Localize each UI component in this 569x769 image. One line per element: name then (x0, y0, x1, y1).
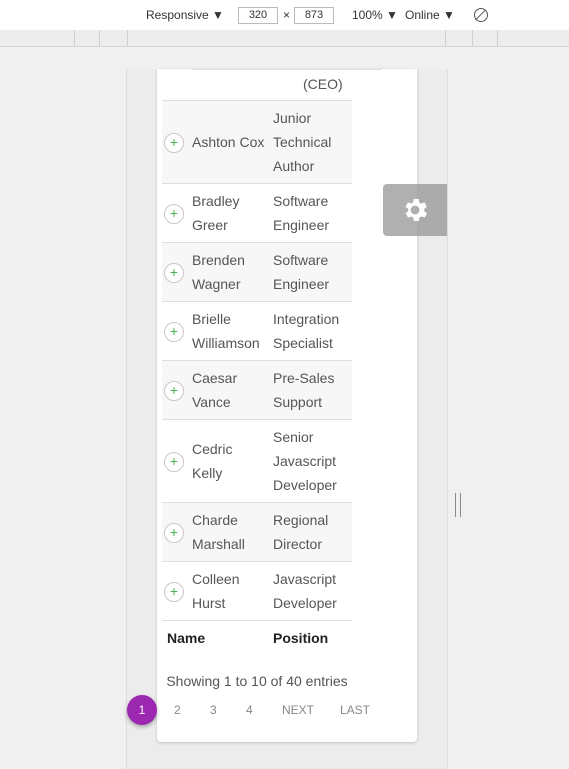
width-input[interactable]: 320 (238, 7, 278, 24)
page-button[interactable]: 2 (174, 703, 181, 717)
rotate-icon[interactable] (474, 8, 488, 22)
device-mode-select[interactable]: Responsive ▼ (146, 8, 224, 22)
position-cell: Software Engineer (273, 252, 330, 292)
table-row: (CEO) (192, 69, 382, 101)
table-row[interactable]: + Charde Marshall Regional Director (162, 502, 352, 562)
expand-row-icon[interactable]: + (164, 381, 184, 401)
position-cell: Software Engineer (273, 193, 330, 233)
dimension-separator: × (283, 8, 291, 22)
position-cell: Integration Specialist (273, 311, 340, 351)
table-info: Showing 1 to 10 of 40 entries (166, 673, 348, 689)
table-row[interactable]: + Colleen Hurst Javascript Developer (162, 561, 352, 621)
position-cell: Senior Javascript Developer (273, 429, 337, 493)
table-footer: Name Position (162, 620, 352, 657)
name-cell: Cedric Kelly (192, 441, 233, 481)
name-cell: Ashton Cox (192, 134, 265, 150)
last-page-button[interactable]: LAST (340, 703, 370, 717)
position-cell: Pre-Sales Support (273, 370, 335, 410)
table-row[interactable]: + Brielle Williamson Integration Special… (162, 301, 352, 361)
expand-row-icon[interactable]: + (164, 204, 184, 224)
name-cell: Charde Marshall (192, 512, 245, 552)
column-header-name[interactable]: Name (167, 630, 205, 646)
expand-row-icon[interactable]: + (164, 322, 184, 342)
height-input[interactable]: 873 (294, 7, 334, 24)
device-viewport: (CEO) + Ashton Cox Junior Technical Auth… (126, 69, 448, 769)
expand-row-icon[interactable]: + (164, 523, 184, 543)
table-row[interactable]: + Caesar Vance Pre-Sales Support (162, 360, 352, 420)
expand-row-icon[interactable]: + (164, 263, 184, 283)
next-page-button[interactable]: NEXT (282, 703, 314, 717)
column-header-position[interactable]: Position (273, 630, 328, 646)
gear-icon (405, 199, 428, 221)
table-row[interactable]: + Ashton Cox Junior Technical Author (162, 100, 352, 184)
name-cell: Caesar Vance (192, 370, 238, 410)
table-row[interactable]: + Cedric Kelly Senior Javascript Develop… (162, 419, 352, 503)
pagination: 1 2 3 4 NEXT LAST (127, 695, 447, 726)
expand-row-icon[interactable]: + (164, 133, 184, 153)
network-throttle-select[interactable]: Online ▼ (405, 8, 455, 22)
name-cell: Brenden Wagner (192, 252, 245, 292)
position-cell: Javascript Developer (273, 571, 337, 611)
name-cell: Colleen Hurst (192, 571, 240, 611)
expand-row-icon[interactable]: + (164, 582, 184, 602)
zoom-select[interactable]: 100% ▼ (352, 8, 398, 22)
position-cell: Regional Director (273, 512, 329, 552)
name-cell: Brielle Williamson (192, 311, 260, 351)
position-cell: Junior Technical Author (273, 110, 332, 174)
device-toolbar: Responsive ▼ 320 × 873 100% ▼ Online ▼ (0, 0, 569, 31)
page-button[interactable]: 4 (246, 703, 253, 717)
expand-row-icon[interactable]: + (164, 452, 184, 472)
media-query-ruler (0, 30, 569, 47)
name-cell: Bradley Greer (192, 193, 240, 233)
settings-toggle[interactable] (383, 184, 447, 236)
table-row[interactable]: + Bradley Greer Software Engineer (162, 183, 352, 243)
page-button[interactable]: 3 (210, 703, 217, 717)
position-cell: (CEO) (303, 76, 343, 92)
resize-handle[interactable] (455, 493, 461, 517)
table-row[interactable]: + Brenden Wagner Software Engineer (162, 242, 352, 302)
page-button-current[interactable]: 1 (127, 695, 157, 725)
